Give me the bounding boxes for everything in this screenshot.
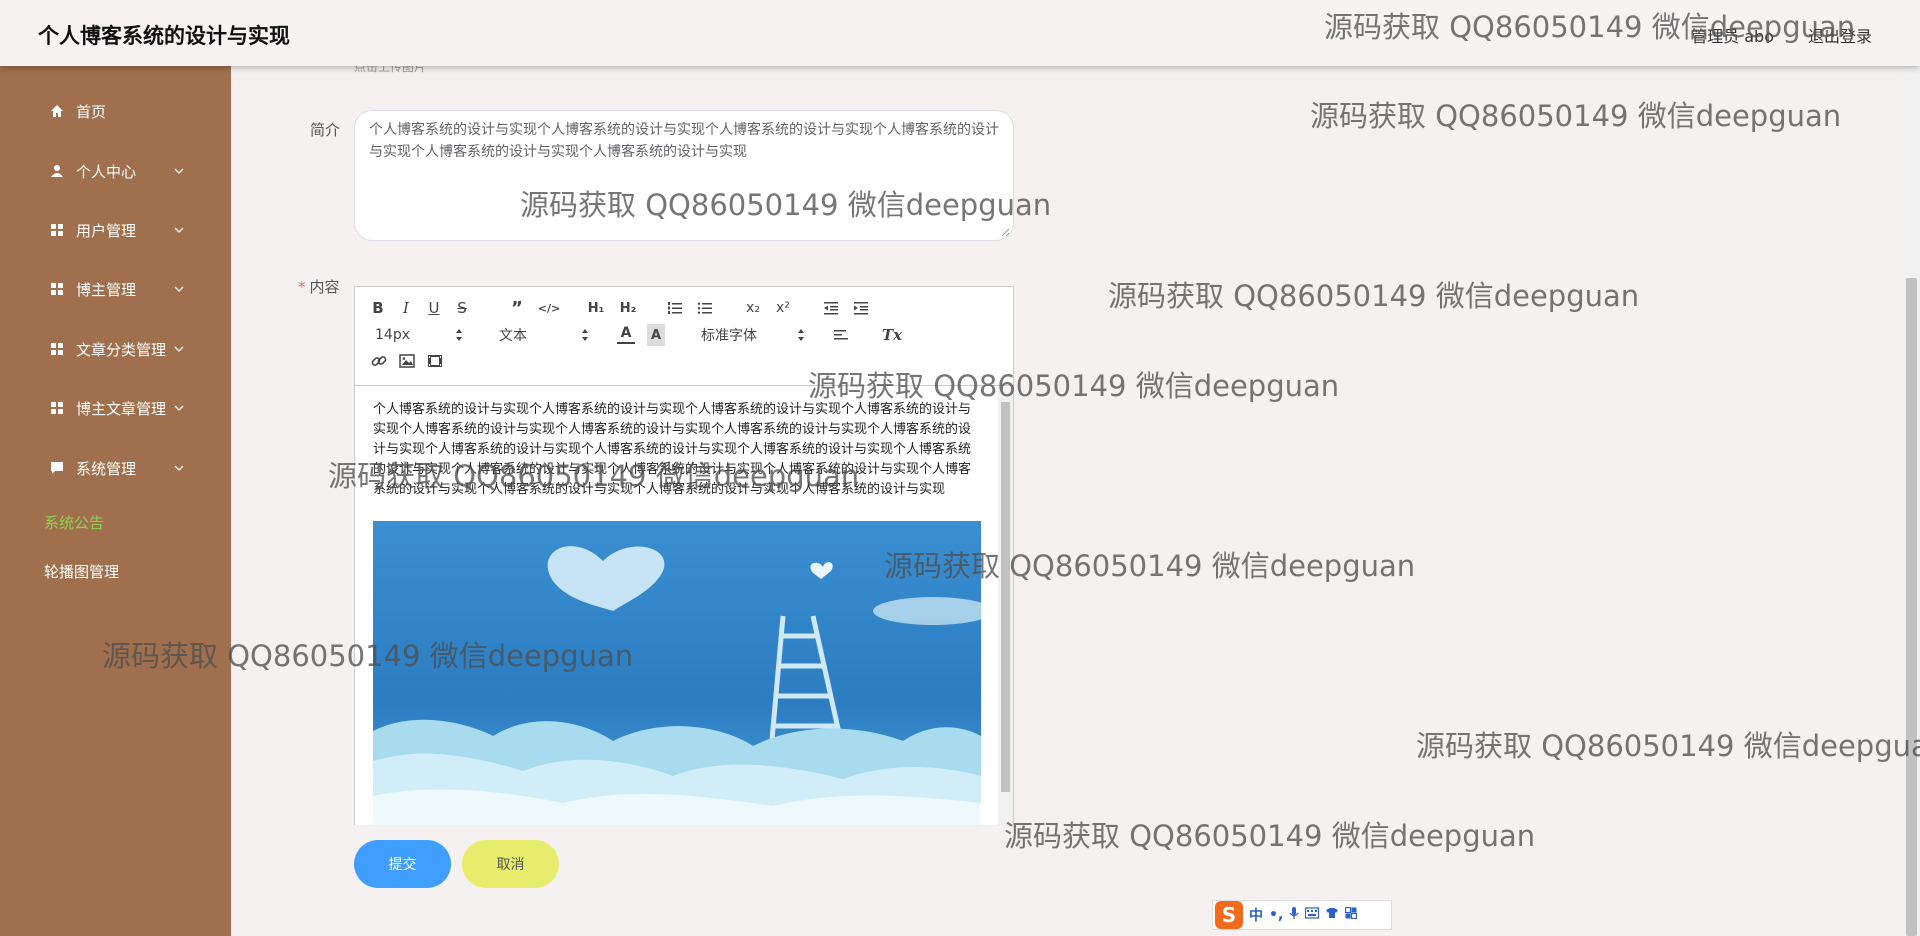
editor-scrollbar-thumb[interactable] <box>1001 402 1010 792</box>
clear-format-icon[interactable]: Tx <box>881 324 903 346</box>
grid-icon <box>49 400 65 416</box>
code-block-icon[interactable]: </> <box>538 297 560 319</box>
content-label-text: 内容 <box>309 278 340 296</box>
sidebar-item-label: 博主文章管理 <box>76 399 167 418</box>
ime-toolbar: S 中 •, <box>1212 900 1392 930</box>
summary-textarea[interactable]: 个人博客系统的设计与实现个人博客系统的设计与实现个人博客系统的设计与实现个人博客… <box>354 110 1014 241</box>
chat-icon <box>49 460 65 476</box>
video-icon[interactable] <box>425 350 445 372</box>
chevron-down-icon <box>174 405 184 411</box>
sidebar-item-label: 系统管理 <box>76 459 137 478</box>
sidebar-item-user-management[interactable]: 用户管理 <box>0 210 231 250</box>
grid-icon <box>49 341 65 357</box>
italic-icon[interactable]: I <box>397 297 415 319</box>
ordered-list-icon[interactable] <box>665 297 685 319</box>
punctuation-icon[interactable]: •, <box>1269 907 1283 923</box>
blockquote-icon[interactable]: ” <box>507 297 527 319</box>
select-arrows-icon <box>798 329 804 341</box>
admin-user-label[interactable]: 管理员 abo <box>1691 23 1774 47</box>
ime-mode-toggle[interactable]: 中 <box>1249 905 1263 925</box>
app-title: 个人博客系统的设计与实现 <box>38 24 290 48</box>
toolbox-icon[interactable] <box>1345 906 1358 923</box>
submit-button[interactable]: 提交 <box>354 840 451 888</box>
indent-icon[interactable] <box>851 297 871 319</box>
font-size-select[interactable]: 14px <box>375 324 463 346</box>
editor-toolbar: B I U S ” </> H₁ H₂ x₂ x² 14px 文本 A A 标准… <box>355 287 1013 386</box>
editor-content-area[interactable]: 个人博客系统的设计与实现个人博客系统的设计与实现个人博客系统的设计与实现个人博客… <box>355 387 1013 825</box>
sidebar-item-label: 系统公告 <box>44 513 105 532</box>
chevron-down-icon <box>174 227 184 233</box>
bullet-list-icon[interactable] <box>695 297 715 319</box>
underline-icon[interactable]: U <box>425 297 443 319</box>
summary-label: 简介 <box>310 121 341 139</box>
sidebar-item-system-notice[interactable]: 系统公告 <box>0 502 231 542</box>
strikethrough-icon[interactable]: S <box>453 297 471 319</box>
font-family-select[interactable]: 标准字体 <box>701 324 805 346</box>
sidebar-item-blogger-management[interactable]: 博主管理 <box>0 269 231 309</box>
grid-icon <box>49 222 65 238</box>
top-bar: 个人博客系统的设计与实现 管理员 abo 退出登录 <box>0 0 1920 66</box>
select-arrows-icon <box>456 329 462 341</box>
keyboard-icon[interactable] <box>1305 907 1320 923</box>
editor-text: 个人博客系统的设计与实现个人博客系统的设计与实现个人博客系统的设计与实现个人博客… <box>373 402 972 497</box>
superscript-icon[interactable]: x² <box>773 297 793 319</box>
select-arrows-icon <box>582 329 588 341</box>
cancel-button[interactable]: 取消 <box>462 840 559 888</box>
align-icon[interactable] <box>831 324 851 346</box>
skin-icon[interactable] <box>1325 907 1339 923</box>
font-size-value: 14px <box>375 327 410 343</box>
sidebar-item-home[interactable]: 首页 <box>0 91 231 131</box>
page-scrollbar[interactable] <box>1903 66 1920 936</box>
grid-icon <box>49 281 65 297</box>
image-icon[interactable] <box>397 350 417 372</box>
summary-text: 个人博客系统的设计与实现个人博客系统的设计与实现个人博客系统的设计与实现个人博客… <box>369 122 999 160</box>
chevron-down-icon <box>174 346 184 352</box>
font-family-value: 标准字体 <box>701 328 757 344</box>
editor-scrollbar[interactable] <box>998 387 1013 825</box>
user-icon <box>49 163 65 179</box>
link-icon[interactable] <box>369 350 389 372</box>
chevron-down-icon <box>174 286 184 292</box>
sidebar-item-label: 首页 <box>76 102 107 121</box>
font-color-icon[interactable]: A <box>617 324 635 344</box>
sidebar: 首页 个人中心 用户管理 博主管理 文章分类管理 博主文章管理 系统管理 系统公… <box>0 66 231 936</box>
sidebar-item-label: 博主管理 <box>76 280 137 299</box>
paragraph-type-select[interactable]: 文本 <box>499 324 589 346</box>
editor-embedded-image <box>373 521 981 825</box>
sidebar-item-article-management[interactable]: 博主文章管理 <box>0 388 231 428</box>
background-color-icon[interactable]: A <box>647 324 665 346</box>
sidebar-item-personal-center[interactable]: 个人中心 <box>0 151 231 191</box>
chevron-down-icon <box>174 465 184 471</box>
sidebar-item-category-management[interactable]: 文章分类管理 <box>0 329 231 369</box>
sidebar-item-label: 文章分类管理 <box>76 340 167 359</box>
resize-grip-icon[interactable] <box>1000 227 1010 237</box>
sidebar-item-label: 轮播图管理 <box>44 562 120 581</box>
bold-icon[interactable]: B <box>369 297 387 319</box>
sidebar-item-system-management[interactable]: 系统管理 <box>0 448 231 488</box>
heading-1-icon[interactable]: H₁ <box>585 297 607 319</box>
required-mark: * <box>298 278 306 296</box>
sogou-logo-icon[interactable]: S <box>1215 901 1243 929</box>
paragraph-type-value: 文本 <box>499 328 527 344</box>
rich-text-editor: B I U S ” </> H₁ H₂ x₂ x² 14px 文本 A A 标准… <box>354 286 1014 825</box>
sidebar-item-label: 用户管理 <box>76 221 137 240</box>
home-icon <box>49 103 65 119</box>
subscript-icon[interactable]: x₂ <box>743 297 763 319</box>
heading-2-icon[interactable]: H₂ <box>617 297 639 319</box>
chevron-down-icon <box>174 168 184 174</box>
microphone-icon[interactable] <box>1289 906 1299 924</box>
logout-link[interactable]: 退出登录 <box>1808 23 1872 47</box>
outdent-icon[interactable] <box>821 297 841 319</box>
content-label: * 内容 <box>298 276 340 297</box>
sidebar-item-carousel-management[interactable]: 轮播图管理 <box>0 551 231 591</box>
page-scrollbar-thumb[interactable] <box>1906 278 1917 936</box>
sidebar-item-label: 个人中心 <box>76 162 137 181</box>
user-area: 管理员 abo 退出登录 <box>1691 23 1872 47</box>
